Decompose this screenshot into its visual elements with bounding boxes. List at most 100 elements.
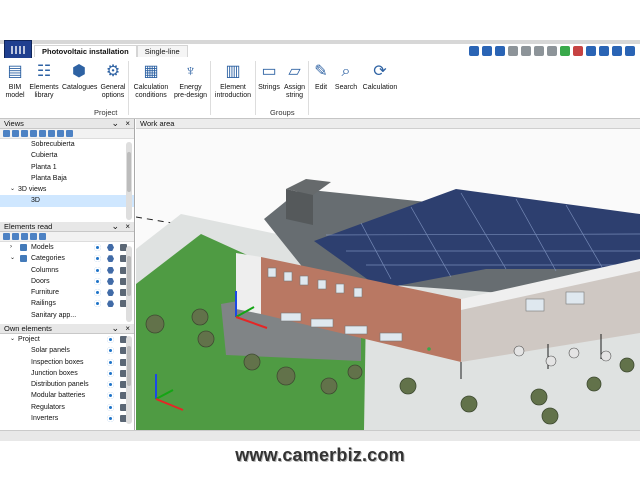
- tool-icon[interactable]: [21, 233, 28, 240]
- window-icon[interactable]: [586, 46, 596, 56]
- zoom-in-icon[interactable]: [482, 46, 492, 56]
- tree-item[interactable]: Solar panels: [0, 345, 134, 356]
- work-area[interactable]: Work area: [136, 119, 640, 430]
- app-logo-icon[interactable]: [4, 40, 32, 60]
- pan-icon[interactable]: [508, 46, 518, 56]
- views-item[interactable]: Cubierta: [0, 150, 134, 161]
- tree-item[interactable]: Sanitary app...: [0, 310, 134, 321]
- calculation-button[interactable]: ⟳ Calculation: [361, 63, 399, 92]
- visibility-icon[interactable]: [107, 358, 114, 366]
- views-scrollbar[interactable]: [126, 142, 132, 220]
- element-introduction-button[interactable]: ▥ Element introduction: [213, 63, 253, 100]
- close-icon[interactable]: ×: [125, 324, 130, 334]
- visibility-icon[interactable]: [94, 300, 101, 308]
- tree-item[interactable]: Modular batteries: [0, 390, 134, 401]
- views-item[interactable]: Sobrecubierta: [0, 139, 134, 150]
- catalogues-button[interactable]: ⬢ Catalogues: [62, 63, 97, 92]
- layer-icon[interactable]: [107, 289, 114, 297]
- visibility-icon[interactable]: [107, 347, 114, 355]
- tree-item[interactable]: Inverters: [0, 413, 134, 424]
- layer-icon[interactable]: [107, 255, 114, 263]
- layer-icon[interactable]: [107, 300, 114, 308]
- tool-icon[interactable]: [39, 233, 46, 240]
- home-view-icon[interactable]: [560, 46, 570, 56]
- layer-icon[interactable]: [107, 266, 114, 274]
- visibility-icon[interactable]: [94, 277, 101, 285]
- layer-icon[interactable]: [107, 244, 114, 251]
- zoom-window-icon[interactable]: [469, 46, 479, 56]
- calculation-conditions-button[interactable]: ▦ Calculation conditions: [133, 63, 169, 100]
- tree-item-project[interactable]: ⌄ Project: [0, 334, 134, 345]
- chevron-down-icon[interactable]: ⌄: [111, 118, 119, 128]
- tab-single-line[interactable]: Single-line: [136, 45, 188, 57]
- layer-icon[interactable]: [107, 277, 114, 285]
- orbit-icon[interactable]: [521, 46, 531, 56]
- tree-item[interactable]: Regulators: [0, 402, 134, 413]
- tool-icon[interactable]: [30, 233, 37, 240]
- own-elements-scrollbar[interactable]: [126, 336, 132, 424]
- visibility-icon[interactable]: [107, 392, 114, 400]
- tool-icon[interactable]: [48, 130, 55, 137]
- tool-icon[interactable]: [66, 130, 73, 137]
- visibility-icon[interactable]: [94, 255, 101, 263]
- close-icon[interactable]: ×: [125, 222, 130, 232]
- views-item[interactable]: Planta Baja: [0, 173, 134, 184]
- visibility-icon[interactable]: [107, 369, 114, 377]
- bim-model-button[interactable]: ▤ BIM model: [4, 63, 26, 100]
- visibility-icon[interactable]: [107, 336, 114, 343]
- tree-item-categories[interactable]: ⌄ Categories: [0, 253, 134, 264]
- catalogues-icon: ⬢: [72, 63, 86, 80]
- tool-icon[interactable]: [39, 130, 46, 137]
- chevron-down-icon[interactable]: ⌄: [111, 323, 119, 333]
- chevron-down-icon[interactable]: ⌄: [111, 221, 119, 231]
- own-elements-panel: Own elements ⌄ × ⌄ Project Solar panels Ins…: [0, 323, 135, 430]
- strings-button[interactable]: ▭ Strings: [258, 63, 280, 92]
- tool-icon[interactable]: [21, 130, 28, 137]
- layers-icon[interactable]: [547, 46, 557, 56]
- search-button[interactable]: ⌕ Search: [334, 63, 358, 92]
- calculation-conditions-icon: ▦: [143, 63, 159, 80]
- elements-library-button[interactable]: ☷ Elements library: [29, 63, 59, 100]
- tool-icon[interactable]: [12, 130, 19, 137]
- tool-icon[interactable]: [12, 233, 19, 240]
- views-item-3d-views[interactable]: ⌄ 3D views: [0, 184, 134, 195]
- view-cube-icon[interactable]: [534, 46, 544, 56]
- tool-icon[interactable]: [3, 233, 10, 240]
- expand-arrow-icon[interactable]: ›: [10, 242, 12, 253]
- window-icon[interactable]: [612, 46, 622, 56]
- collapse-arrow-icon[interactable]: ⌄: [10, 253, 15, 264]
- tree-item[interactable]: Inspection boxes: [0, 357, 134, 368]
- views-item[interactable]: Planta 1: [0, 162, 134, 173]
- tree-item[interactable]: Railings: [0, 298, 134, 309]
- zoom-out-icon[interactable]: [495, 46, 505, 56]
- visibility-icon[interactable]: [107, 381, 114, 389]
- tree-item[interactable]: Junction boxes: [0, 368, 134, 379]
- tree-item[interactable]: Distribution panels: [0, 379, 134, 390]
- visibility-icon[interactable]: [94, 244, 101, 251]
- tree-item[interactable]: Furniture: [0, 287, 134, 298]
- visibility-icon[interactable]: [94, 266, 101, 274]
- window-icon[interactable]: [625, 46, 635, 56]
- views-item-3d[interactable]: 3D: [0, 195, 134, 207]
- elements-read-scrollbar[interactable]: [126, 246, 132, 322]
- visibility-icon[interactable]: [107, 403, 114, 411]
- tool-icon[interactable]: [3, 130, 10, 137]
- tab-photovoltaic-installation[interactable]: Photovoltaic installation: [34, 45, 137, 57]
- collapse-arrow-icon[interactable]: ⌄: [10, 184, 15, 195]
- collapse-arrow-icon[interactable]: ⌄: [10, 334, 15, 345]
- tree-item[interactable]: Columns: [0, 265, 134, 276]
- visibility-icon[interactable]: [94, 289, 101, 297]
- assign-string-button[interactable]: ▱ Assign string: [282, 63, 307, 100]
- edit-button[interactable]: ✎ Edit: [311, 63, 331, 92]
- general-options-button[interactable]: ⚙ General options: [99, 63, 127, 100]
- building-3d-viewport[interactable]: [136, 129, 640, 430]
- magnet-icon[interactable]: [573, 46, 583, 56]
- visibility-icon[interactable]: [107, 415, 114, 423]
- tree-item-models[interactable]: › Models: [0, 242, 134, 253]
- energy-predesign-button[interactable]: ♆ Energy pre-design: [172, 63, 209, 100]
- tree-item[interactable]: Doors: [0, 276, 134, 287]
- close-icon[interactable]: ×: [125, 119, 130, 129]
- window-icon[interactable]: [599, 46, 609, 56]
- tool-icon[interactable]: [57, 130, 64, 137]
- tool-icon[interactable]: [30, 130, 37, 137]
